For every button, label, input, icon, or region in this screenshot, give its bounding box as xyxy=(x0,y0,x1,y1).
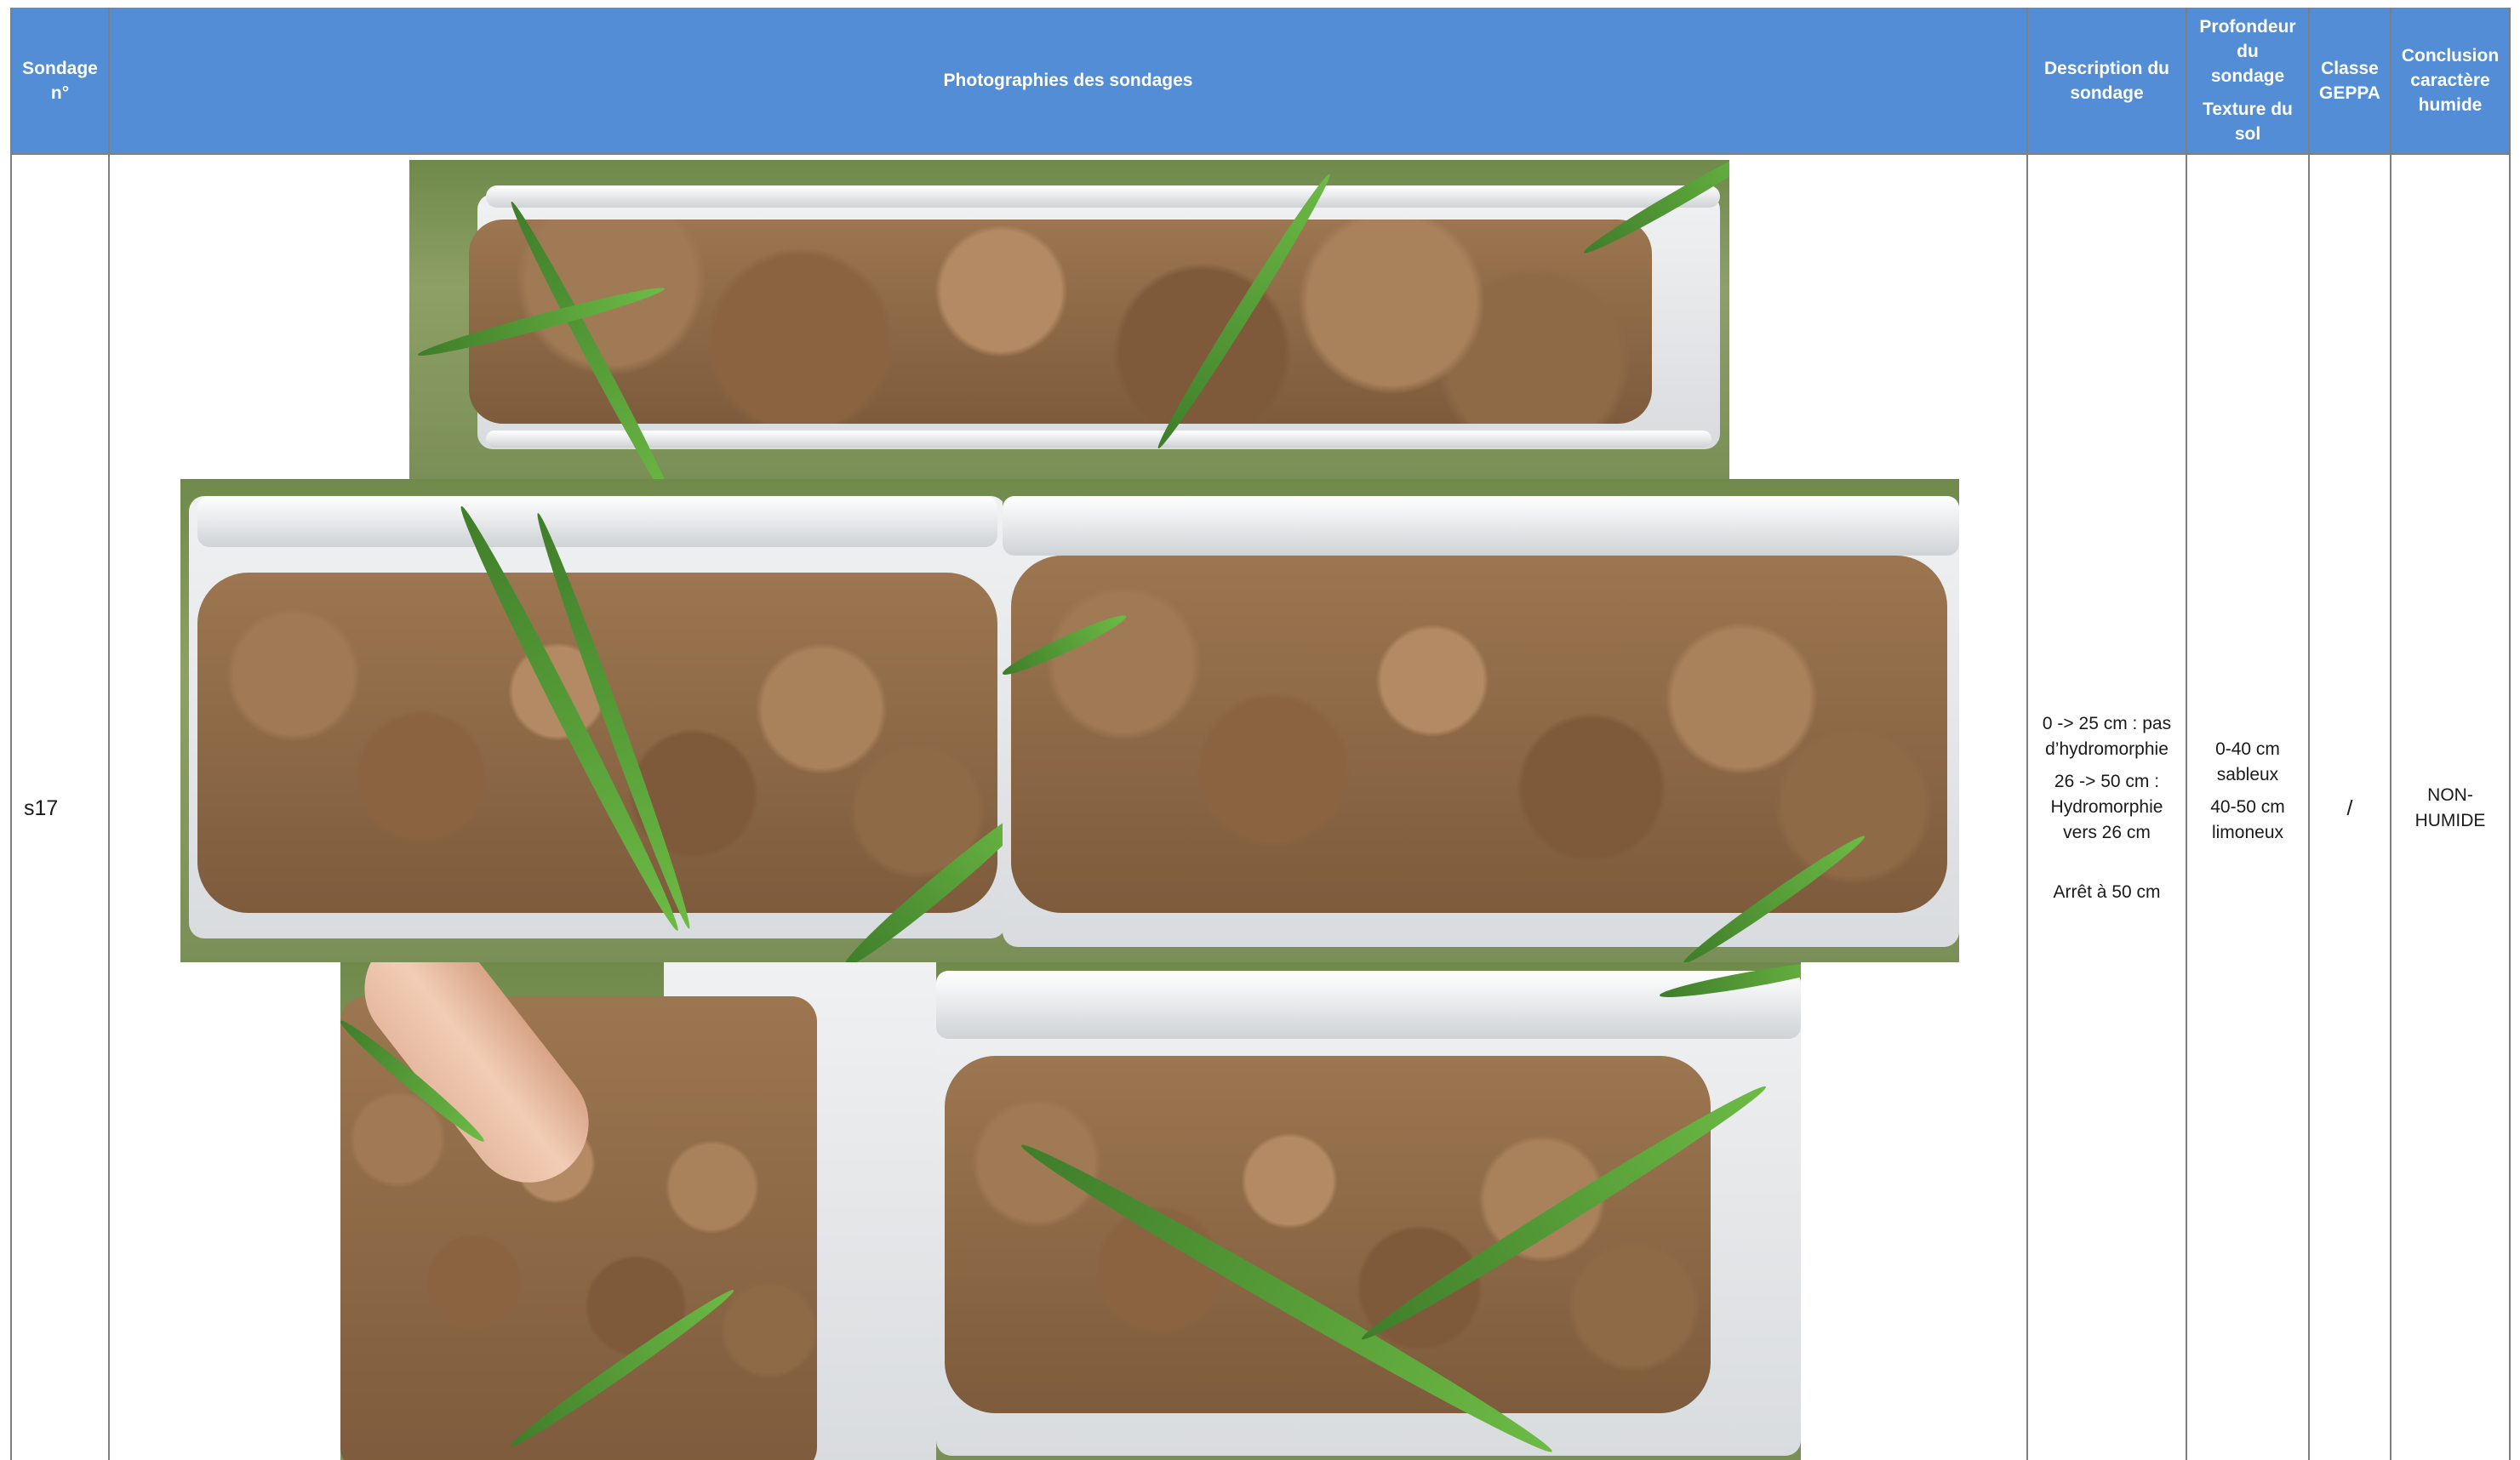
grid-line xyxy=(2390,8,2391,1460)
header-description: Description du sondage xyxy=(2043,58,2169,103)
header-photos: Photographies des sondages xyxy=(943,71,1193,90)
header-profondeur-texture: Profondeur du sondage Texture du sol xyxy=(2199,17,2296,144)
header-bottom-border xyxy=(11,153,2510,155)
cell-description: 0 -> 25 cm : pas d’hydromorphie 26 -> 50… xyxy=(2042,714,2172,902)
cell-sondage-id: s17 xyxy=(24,796,59,820)
cell-conclusion: NON- HUMIDE xyxy=(2414,785,2486,830)
soil-core-photo-4 xyxy=(936,962,1801,1460)
table-header: Sondage n° Photographies des sondages De… xyxy=(11,8,2510,153)
header-conclusion: Conclusion caractère humide xyxy=(2401,46,2500,115)
cell-profondeur-texture: 0-40 cm sableux 40-50 cm limoneux xyxy=(2210,739,2285,842)
grid-line xyxy=(2509,8,2511,1460)
soil-core-photo-3 xyxy=(1003,479,1959,962)
header-classe-geppa: Classe GEPPA xyxy=(2319,58,2380,103)
cell-classe-geppa: / xyxy=(2346,796,2353,820)
soil-survey-table: Sondage n° Photographies des sondages De… xyxy=(0,0,2520,1460)
header-sondage: Sondage n° xyxy=(22,58,98,103)
grid-line xyxy=(10,8,12,1460)
grid-line xyxy=(108,8,110,1460)
soil-closeup-photo xyxy=(340,962,936,1460)
soil-core-photo-1 xyxy=(409,160,1729,479)
grid-line xyxy=(2308,8,2310,1460)
soil-core-photo-2 xyxy=(180,479,1003,962)
